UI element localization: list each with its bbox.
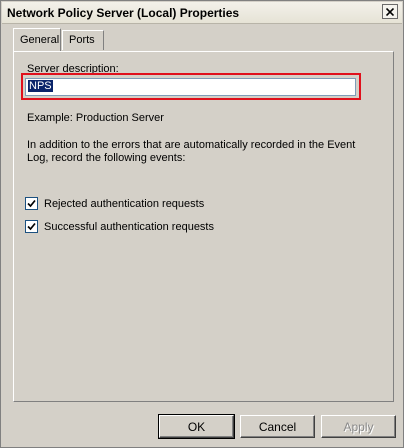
properties-dialog: Network Policy Server (Local) Properties… (0, 0, 404, 448)
rejected-requests-checkbox[interactable] (25, 197, 38, 210)
info-text-line1: In addition to the errors that are autom… (27, 139, 356, 151)
close-icon (386, 7, 394, 16)
tab-general-label: General (20, 34, 60, 46)
checkmark-icon (27, 222, 36, 231)
info-text-line2: Log, record the following events: (27, 152, 186, 164)
server-description-input[interactable]: NPS (25, 78, 356, 96)
window-title: Network Policy Server (Local) Properties (7, 6, 240, 20)
tab-general[interactable]: General (13, 28, 61, 51)
apply-button[interactable]: Apply (321, 415, 396, 438)
server-description-value: NPS (28, 80, 53, 92)
example-text: Example: Production Server (27, 112, 164, 124)
checkmark-icon (27, 199, 36, 208)
title-bar: Network Policy Server (Local) Properties (2, 2, 402, 24)
tab-ports-label: Ports (69, 34, 95, 46)
tab-ports[interactable]: Ports (62, 30, 104, 50)
ok-button[interactable]: OK (158, 414, 235, 439)
close-button[interactable] (382, 4, 398, 19)
cancel-button[interactable]: Cancel (240, 415, 315, 438)
rejected-requests-label: Rejected authentication requests (44, 198, 205, 210)
successful-requests-label: Successful authentication requests (44, 221, 214, 233)
successful-requests-checkbox[interactable] (25, 220, 38, 233)
